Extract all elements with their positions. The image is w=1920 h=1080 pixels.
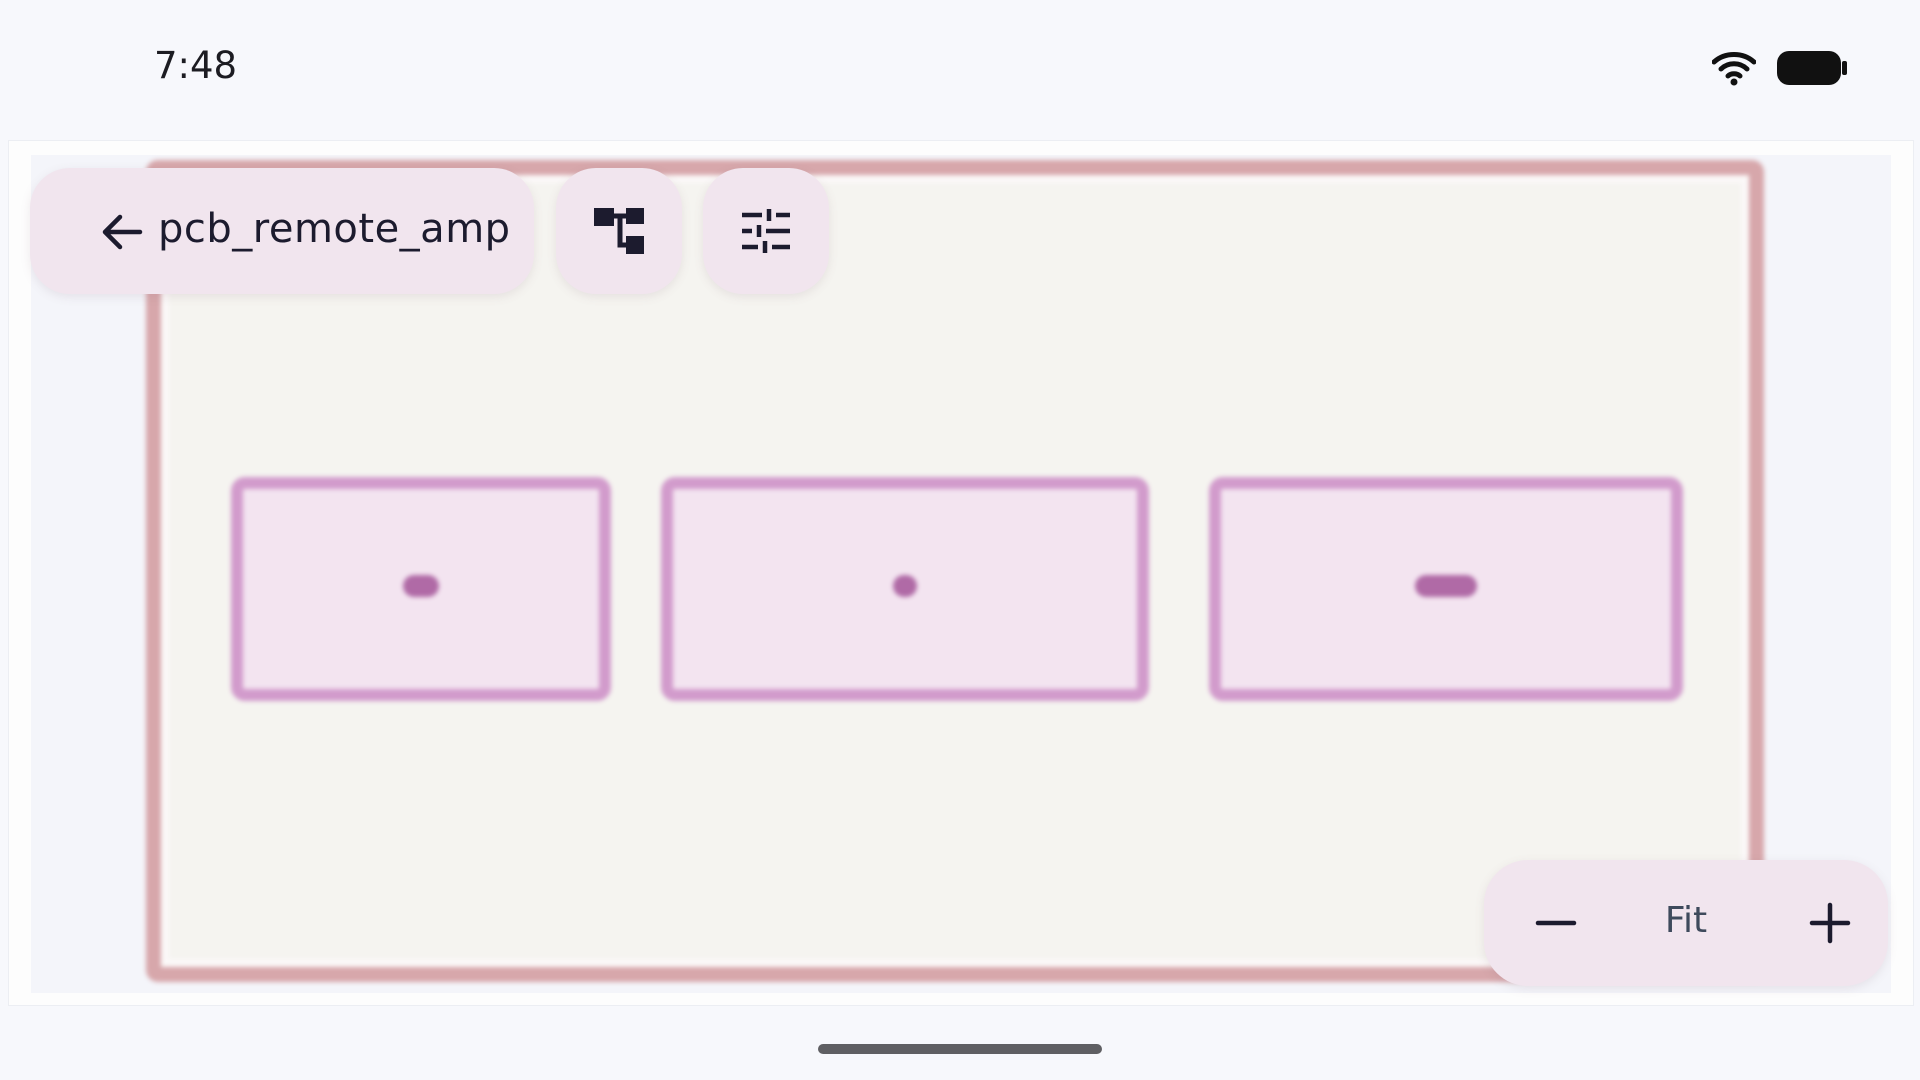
navigation-bar [0, 1006, 1920, 1080]
battery-icon [1777, 51, 1847, 85]
plus-icon [1809, 902, 1851, 944]
gesture-handle[interactable] [818, 1044, 1102, 1054]
hierarchy-button[interactable] [556, 168, 682, 294]
component-pin-marker [893, 575, 917, 597]
component-pin-marker [403, 575, 439, 597]
component-pin-marker [1415, 575, 1477, 597]
back-button[interactable] [90, 200, 154, 264]
minus-icon [1535, 920, 1577, 926]
component-block-left[interactable] [231, 477, 611, 701]
component-block-right[interactable] [1209, 477, 1683, 701]
status-icons [1712, 46, 1848, 90]
zoom-fit-button[interactable]: Fit [1614, 900, 1758, 941]
title-bar: pcb_remote_amp [30, 168, 534, 294]
app-screen: 7:48 pcb_remote_amp Fit [0, 0, 1920, 1080]
status-time: 7:48 [154, 44, 238, 87]
tune-sliders-icon [742, 209, 790, 253]
zoom-control: Fit [1484, 860, 1888, 986]
page-title: pcb_remote_amp [158, 206, 511, 252]
settings-button[interactable] [703, 168, 829, 294]
zoom-out-button[interactable] [1524, 891, 1588, 955]
status-bar: 7:48 [0, 0, 1920, 134]
component-block-center[interactable] [661, 477, 1149, 701]
arrow-back-icon [102, 214, 143, 250]
zoom-in-button[interactable] [1798, 891, 1862, 955]
wifi-icon [1712, 52, 1756, 86]
hierarchy-tree-icon [594, 208, 644, 254]
